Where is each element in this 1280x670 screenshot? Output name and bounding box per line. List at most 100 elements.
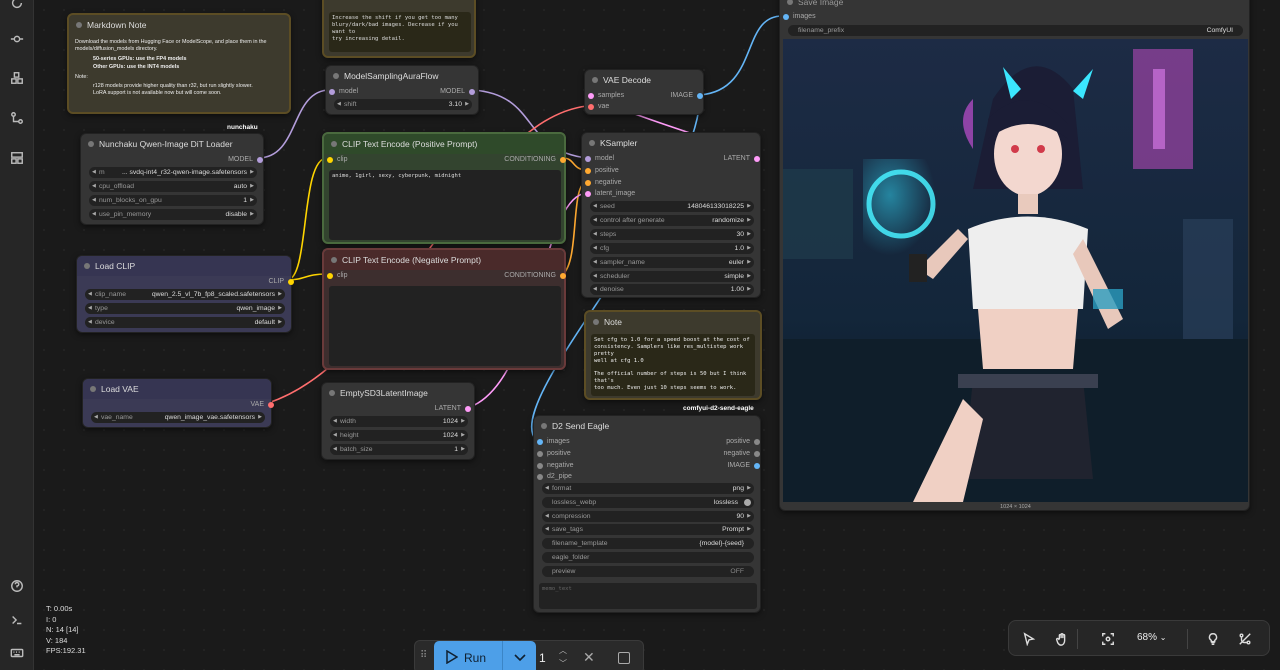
dit-pin-memory-widget[interactable]: use_pin_memory disable bbox=[89, 209, 257, 220]
format-widget[interactable]: format png bbox=[542, 483, 754, 494]
clip-neg-in[interactable]: clip bbox=[327, 271, 348, 281]
save-tags-widget[interactable]: save_tags Prompt bbox=[542, 524, 754, 535]
image-output-dot[interactable] bbox=[697, 93, 703, 99]
zoom-level[interactable]: 68% ⌄ bbox=[1137, 632, 1167, 643]
latent-output-dot[interactable] bbox=[465, 406, 471, 412]
ksampler-in-positive[interactable]: positive bbox=[585, 166, 619, 176]
toggle-knob[interactable] bbox=[744, 499, 751, 506]
refresh-icon[interactable] bbox=[8, 0, 26, 12]
scheduler-widget[interactable]: scheduler simple bbox=[590, 271, 754, 282]
ksampler-in-negative[interactable]: negative bbox=[585, 178, 621, 188]
clip-positive-node[interactable]: CLIP Text Encode (Positive Prompt) clip … bbox=[322, 132, 566, 244]
stop-icon[interactable] bbox=[618, 652, 630, 664]
eagle-out-negative[interactable]: negative bbox=[700, 449, 760, 459]
ksampler-in-model[interactable]: model bbox=[585, 154, 614, 164]
eagle-in-negative[interactable]: negative bbox=[537, 461, 573, 471]
preview-toggle[interactable]: preview OFF bbox=[542, 566, 754, 577]
cancel-icon[interactable]: ✕ bbox=[583, 649, 595, 666]
image-input-dot[interactable] bbox=[783, 14, 789, 20]
control-after-generate-widget[interactable]: control after generate randomize bbox=[590, 215, 754, 226]
vae-input-dot[interactable] bbox=[588, 104, 594, 110]
empty-latent-node[interactable]: EmptySD3LatentImage LATENT width 1024 hei… bbox=[321, 382, 475, 460]
ksampler-node[interactable]: KSampler model positive negative latent_… bbox=[581, 132, 761, 298]
positive-prompt-text[interactable]: anime, 1girl, sexy, cyberpunk, midnight bbox=[329, 170, 561, 240]
filename-template-field[interactable]: filename_template {model}-{seed} bbox=[542, 538, 754, 549]
dit-num-blocks-widget[interactable]: num_blocks_on_gpu 1 bbox=[89, 195, 257, 206]
model-sampling-out[interactable]: MODEL bbox=[415, 87, 475, 97]
input-dot[interactable] bbox=[537, 451, 543, 457]
vae-out[interactable]: VAE bbox=[214, 400, 274, 410]
save-image-node[interactable]: Save Image images filename_prefix ComfyUI bbox=[779, 0, 1250, 511]
dit-model-widget[interactable]: m ... svdq-int4_r32-qwen-image.safetensor… bbox=[89, 167, 257, 178]
model-sampling-in[interactable]: model bbox=[329, 87, 358, 97]
image-input-dot[interactable] bbox=[537, 439, 543, 445]
vae-decode-in-samples[interactable]: samples bbox=[588, 91, 624, 101]
terminal-icon[interactable] bbox=[8, 611, 26, 629]
models-icon[interactable] bbox=[8, 69, 26, 87]
fit-view-icon[interactable] bbox=[1098, 629, 1118, 649]
generated-image-preview[interactable] bbox=[783, 39, 1248, 502]
hand-pan-icon[interactable] bbox=[1052, 629, 1072, 649]
vae-decode-node[interactable]: VAE Decode samples vae IMAGE bbox=[584, 69, 704, 115]
model-input-dot[interactable] bbox=[329, 89, 335, 95]
clip-input-dot[interactable] bbox=[327, 157, 333, 163]
latent-input-dot[interactable] bbox=[585, 191, 591, 197]
templates-icon[interactable] bbox=[8, 149, 26, 167]
run-options-chevron-icon[interactable] bbox=[502, 641, 536, 670]
ksampler-out[interactable]: LATENT bbox=[700, 154, 760, 164]
conditioning-input-dot[interactable] bbox=[585, 180, 591, 186]
model-sampling-node[interactable]: ModelSamplingAuraFlow model MODEL shift 3… bbox=[325, 65, 479, 115]
clip-output-dot[interactable] bbox=[288, 279, 294, 285]
width-widget[interactable]: width 1024 bbox=[330, 416, 468, 427]
conditioning-input-dot[interactable] bbox=[585, 168, 591, 174]
eagle-in-images[interactable]: images bbox=[537, 437, 570, 447]
lightbulb-icon[interactable] bbox=[1203, 629, 1223, 649]
ksampler-in-latent[interactable]: latent_image bbox=[585, 189, 635, 199]
model-output-dot[interactable] bbox=[257, 157, 263, 163]
clip-neg-out[interactable]: CONDITIONING bbox=[476, 271, 566, 281]
clip-input-dot[interactable] bbox=[327, 273, 333, 279]
image-output-dot[interactable] bbox=[754, 463, 760, 469]
empty-latent-out[interactable]: LATENT bbox=[411, 404, 471, 414]
compression-widget[interactable]: compression 90 bbox=[542, 511, 754, 522]
eagle-in-d2-pipe[interactable]: d2_pipe bbox=[537, 472, 572, 482]
cfg-note-text[interactable]: Set cfg to 1.0 for a speed boost at the … bbox=[591, 334, 755, 396]
select-cursor-icon[interactable] bbox=[1019, 629, 1039, 649]
model-input-dot[interactable] bbox=[585, 156, 591, 162]
load-vae-node[interactable]: Load VAE VAE vae_name qwen_image_vae.safe… bbox=[82, 378, 274, 428]
eagle-folder-field[interactable]: eagle_folder bbox=[542, 552, 754, 563]
input-dot[interactable] bbox=[537, 463, 543, 469]
denoise-widget[interactable]: denoise 1.00 bbox=[590, 284, 754, 295]
vae-name-widget[interactable]: vae_name qwen_image_vae.safetensors bbox=[91, 412, 265, 423]
shift-widget[interactable]: shift 3.10 bbox=[334, 99, 472, 110]
dit-cpu-offload-widget[interactable]: cpu_offload auto bbox=[89, 181, 257, 192]
clip-device-widget[interactable]: device default bbox=[85, 317, 285, 328]
vae-output-dot[interactable] bbox=[268, 402, 274, 408]
node-library-icon[interactable] bbox=[8, 30, 26, 48]
run-button-label[interactable]: Run bbox=[464, 651, 486, 665]
load-clip-node[interactable]: Load CLIP CLIP clip_name qwen_2.5_vl_7b_f… bbox=[76, 255, 294, 333]
height-widget[interactable]: height 1024 bbox=[330, 430, 468, 441]
negative-prompt-text[interactable] bbox=[329, 286, 561, 366]
input-dot[interactable] bbox=[537, 474, 543, 480]
workflows-icon[interactable] bbox=[8, 109, 26, 127]
help-icon[interactable] bbox=[8, 577, 26, 595]
latent-input-dot[interactable] bbox=[588, 93, 594, 99]
model-output-dot[interactable] bbox=[469, 89, 475, 95]
batch-increment-icon[interactable]: ︿ bbox=[559, 645, 567, 656]
output-dot[interactable] bbox=[754, 439, 760, 445]
conditioning-output-dot[interactable] bbox=[560, 157, 566, 163]
latent-output-dot[interactable] bbox=[754, 156, 760, 162]
shift-note[interactable]: Increase the shift if you get too many b… bbox=[322, 0, 476, 58]
steps-widget[interactable]: steps 30 bbox=[590, 229, 754, 240]
batch-count-input[interactable]: 1 bbox=[539, 651, 546, 665]
batch-size-widget[interactable]: batch_size 1 bbox=[330, 444, 468, 455]
sampler-name-widget[interactable]: sampler_name euler bbox=[590, 257, 754, 268]
filename-prefix-field[interactable]: filename_prefix ComfyUI bbox=[788, 25, 1243, 36]
dit-loader-node[interactable]: Nunchaku Qwen-Image DiT Loader MODEL m..… bbox=[80, 133, 264, 225]
conditioning-output-dot[interactable] bbox=[560, 273, 566, 279]
output-dot[interactable] bbox=[754, 451, 760, 457]
clip-type-widget[interactable]: type qwen_image bbox=[85, 303, 285, 314]
cfg-widget[interactable]: cfg 1.0 bbox=[590, 243, 754, 254]
eagle-out-positive[interactable]: positive bbox=[700, 437, 760, 447]
